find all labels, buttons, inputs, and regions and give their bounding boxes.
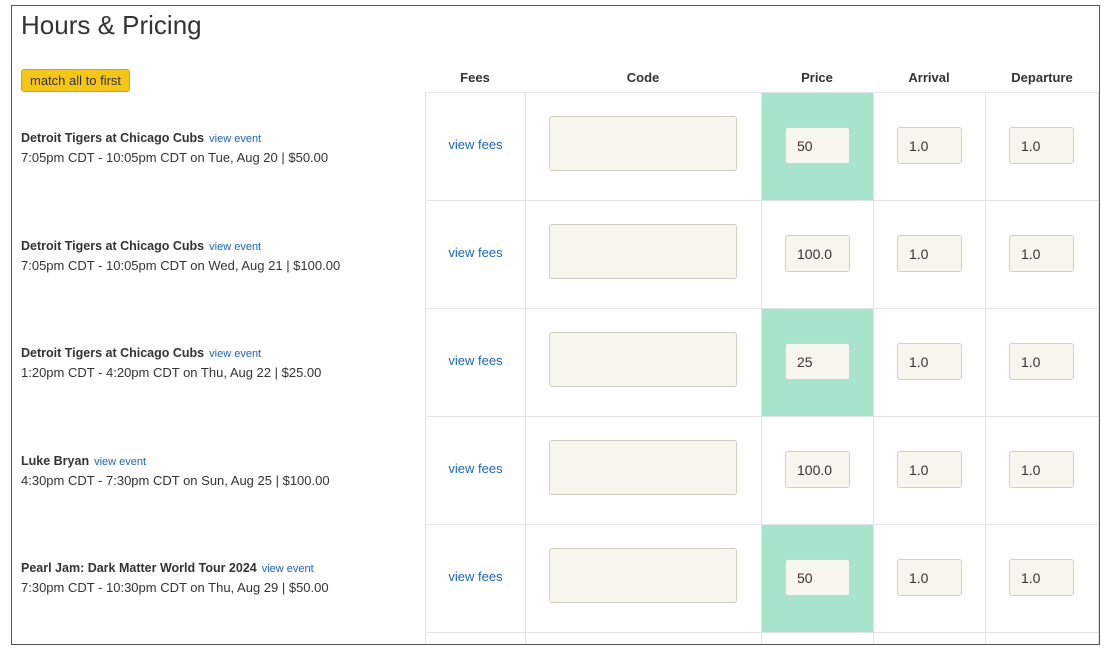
departure-input[interactable] [1009, 451, 1074, 488]
departure-cell [985, 417, 1099, 524]
arrival-input[interactable] [897, 559, 962, 596]
departure-cell [985, 93, 1099, 200]
arrival-cell [873, 525, 985, 632]
event-time: 4:30pm CDT - 7:30pm CDT on Sun, Aug 25 |… [21, 472, 330, 488]
view-event-link[interactable]: view event [209, 133, 261, 145]
code-cell [525, 633, 761, 644]
event-info: Pearl Jam: Dark Matter World Tour 2024 vi… [21, 559, 421, 595]
table-row: view fees [425, 525, 1099, 633]
arrival-input[interactable] [897, 235, 962, 272]
column-header-arrival: Arrival [908, 70, 950, 85]
arrival-cell [873, 201, 985, 308]
departure-input[interactable] [1009, 559, 1074, 596]
view-fees-link[interactable]: view fees [426, 245, 525, 260]
arrival-input[interactable] [897, 127, 962, 164]
event-name: Luke Bryan [21, 453, 90, 468]
event-name: Detroit Tigers at Chicago Cubs [21, 131, 205, 145]
match-all-to-first-button[interactable]: match all to first [21, 69, 131, 92]
fees-cell: view fees [425, 417, 525, 524]
arrival-cell [873, 93, 985, 200]
fees-cell: view fees [425, 93, 525, 200]
code-textarea[interactable] [549, 548, 737, 603]
event-name: Detroit Tigers at Chicago Cubs [21, 238, 205, 253]
table-row: view fees [425, 201, 1099, 309]
arrival-cell [873, 309, 985, 416]
departure-input[interactable] [1009, 343, 1074, 380]
price-cell [761, 201, 873, 308]
event-name: Pearl Jam: Dark Matter World Tour 2024 [21, 561, 257, 575]
arrival-cell [873, 633, 985, 644]
view-fees-link[interactable]: view fees [426, 353, 525, 368]
table-row: view fees [425, 417, 1099, 525]
code-cell [525, 309, 761, 416]
fees-cell: view fees [425, 201, 525, 308]
code-textarea[interactable] [549, 224, 737, 279]
arrival-input[interactable] [897, 343, 962, 380]
table-row-partial [425, 633, 1099, 644]
view-event-link[interactable]: view event [94, 456, 146, 468]
departure-cell [985, 633, 1099, 644]
price-cell [761, 525, 873, 632]
fees-cell [425, 633, 525, 644]
view-fees-link[interactable]: view fees [426, 569, 525, 584]
departure-input[interactable] [1009, 235, 1074, 272]
price-cell [761, 417, 873, 524]
price-input[interactable] [785, 127, 850, 164]
departure-cell [985, 309, 1099, 416]
code-cell [525, 201, 761, 308]
price-cell [761, 309, 873, 416]
column-header-fees: Fees [460, 70, 490, 85]
view-fees-link[interactable]: view fees [426, 461, 525, 476]
view-event-link[interactable]: view event [209, 241, 261, 253]
view-event-link[interactable]: view event [209, 348, 261, 360]
arrival-input[interactable] [897, 451, 962, 488]
price-input[interactable] [785, 235, 850, 272]
event-time: 7:30pm CDT - 10:30pm CDT on Thu, Aug 29 … [21, 580, 329, 595]
price-input[interactable] [785, 343, 850, 380]
column-header-price: Price [801, 70, 833, 85]
column-header-departure: Departure [1011, 70, 1073, 85]
arrival-cell [873, 417, 985, 524]
code-textarea[interactable] [549, 440, 737, 495]
event-info: Detroit Tigers at Chicago Cubs view event… [21, 344, 421, 380]
event-time: 1:20pm CDT - 4:20pm CDT on Thu, Aug 22 |… [21, 365, 322, 380]
departure-cell [985, 525, 1099, 632]
event-time: 7:05pm CDT - 10:05pm CDT on Tue, Aug 20 … [21, 150, 329, 165]
code-textarea[interactable] [549, 116, 737, 171]
departure-cell [985, 201, 1099, 308]
table-row: view fees [425, 93, 1099, 201]
view-fees-link[interactable]: view fees [426, 137, 525, 152]
event-name: Detroit Tigers at Chicago Cubs [21, 346, 205, 360]
event-time: 7:05pm CDT - 10:05pm CDT on Wed, Aug 21 … [21, 257, 341, 273]
column-header-code: Code [626, 70, 660, 85]
departure-input[interactable] [1009, 127, 1074, 164]
view-event-link[interactable]: view event [262, 563, 314, 575]
table-row: view fees [425, 309, 1099, 417]
code-cell [525, 93, 761, 200]
event-info: Detroit Tigers at Chicago Cubs view event… [21, 237, 421, 273]
code-cell [525, 417, 761, 524]
hours-pricing-panel: Hours & Pricing match all to first Fees … [11, 5, 1100, 645]
event-info: Detroit Tigers at Chicago Cubs view event… [21, 129, 421, 165]
code-cell [525, 525, 761, 632]
page-title: Hours & Pricing [21, 10, 202, 40]
code-textarea[interactable] [549, 332, 737, 387]
price-input[interactable] [785, 451, 850, 488]
fees-cell: view fees [425, 309, 525, 416]
price-input[interactable] [785, 559, 850, 596]
price-cell [761, 633, 873, 644]
price-cell [761, 93, 873, 200]
event-info: Luke Bryan view event 4:30pm CDT - 7:30pm … [21, 452, 421, 488]
fees-cell: view fees [425, 525, 525, 632]
pricing-grid: view fees view fees view fees view fees view… [425, 92, 1099, 644]
